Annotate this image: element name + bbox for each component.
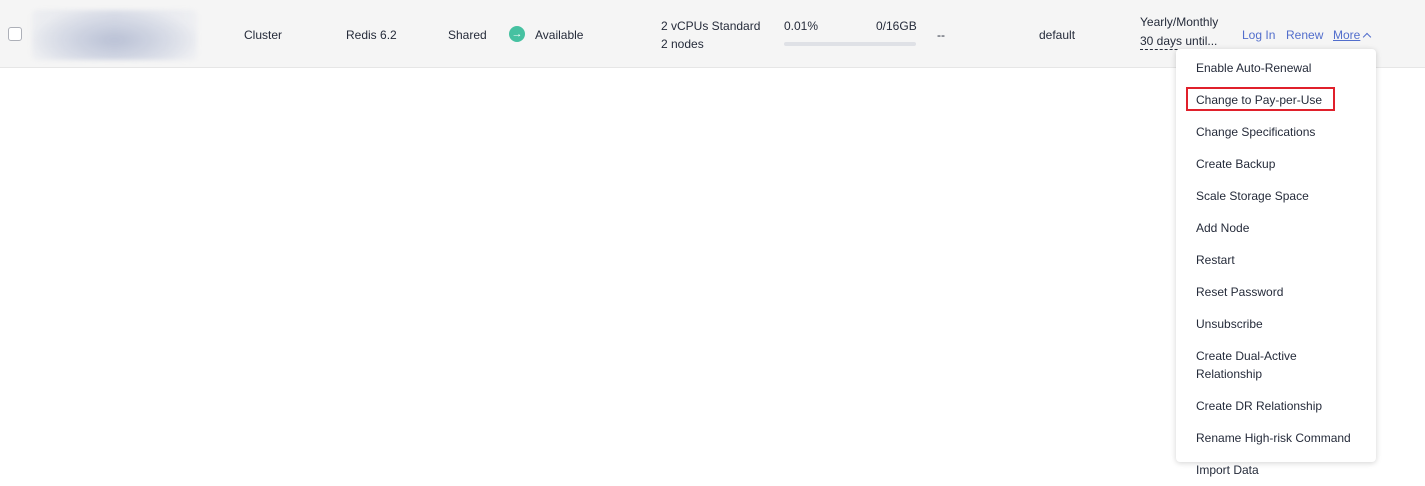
- instance-type: Cluster: [244, 28, 283, 42]
- spec-type: Shared: [448, 28, 487, 42]
- more-dropdown-toggle[interactable]: More: [1333, 28, 1372, 42]
- more-link-label: More: [1333, 28, 1361, 42]
- menu-item-change-to-pay-per-use[interactable]: Change to Pay-per-Use: [1176, 84, 1376, 116]
- memory-usage-capacity: 0/16GB: [876, 19, 917, 33]
- spec-nodes: 2 nodes: [661, 37, 704, 51]
- chevron-up-icon: [1363, 32, 1372, 42]
- renew-link[interactable]: Renew: [1286, 28, 1323, 42]
- menu-item-unsubscribe[interactable]: Unsubscribe: [1176, 308, 1376, 340]
- enterprise-project: default: [1039, 28, 1076, 42]
- empty-value: --: [937, 28, 945, 42]
- menu-item-import-data[interactable]: Import Data: [1176, 454, 1376, 486]
- instance-status: Available: [535, 28, 584, 42]
- more-actions-dropdown: Enable Auto-Renewal Change to Pay-per-Us…: [1176, 49, 1376, 477]
- row-select-checkbox[interactable]: [8, 27, 22, 41]
- menu-item-create-dr-relationship[interactable]: Create DR Relationship: [1176, 390, 1376, 422]
- instance-name-redacted: [32, 10, 197, 60]
- billing-expiry[interactable]: 30 days until...: [1140, 34, 1218, 50]
- menu-item-change-specifications[interactable]: Change Specifications: [1176, 116, 1376, 148]
- menu-item-scale-storage-space[interactable]: Scale Storage Space: [1176, 180, 1376, 212]
- menu-item-rename-high-risk-command[interactable]: Rename High-risk Command: [1176, 422, 1376, 454]
- menu-item-create-backup[interactable]: Create Backup: [1176, 148, 1376, 180]
- menu-item-create-dual-active-relationship[interactable]: Create Dual-Active Relationship: [1176, 340, 1376, 390]
- menu-item-restart[interactable]: Restart: [1176, 244, 1376, 276]
- billing-mode: Yearly/Monthly: [1140, 15, 1219, 29]
- menu-item-enable-auto-renewal[interactable]: Enable Auto-Renewal: [1176, 52, 1376, 84]
- spec-vcpus: 2 vCPUs Standard: [661, 19, 761, 33]
- menu-item-add-node[interactable]: Add Node: [1176, 212, 1376, 244]
- cache-engine-version: Redis 6.2: [346, 28, 397, 42]
- login-link[interactable]: Log In: [1242, 28, 1275, 42]
- menu-item-reset-password[interactable]: Reset Password: [1176, 276, 1376, 308]
- memory-usage-percent: 0.01%: [784, 19, 819, 33]
- memory-usage-bar: [784, 42, 916, 46]
- status-available-icon: →: [509, 26, 525, 42]
